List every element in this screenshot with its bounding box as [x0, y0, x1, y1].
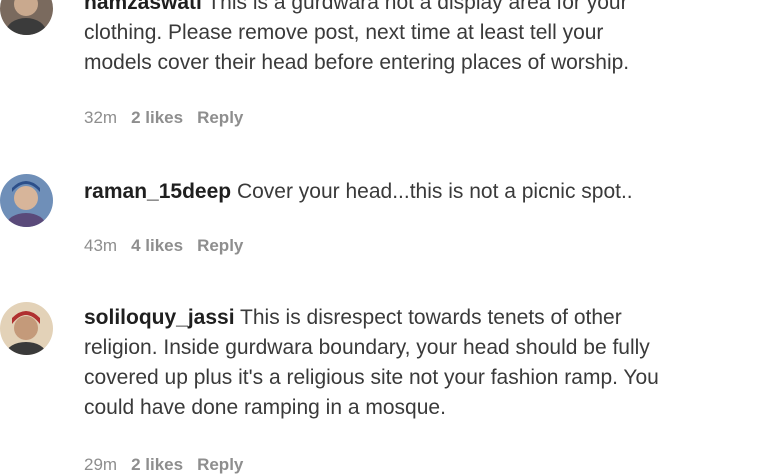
- comment-username[interactable]: raman_15deep: [84, 180, 231, 203]
- avatar[interactable]: [0, 302, 53, 355]
- comment-timestamp: 29m: [84, 455, 118, 474]
- comment-likes[interactable]: 2 likes: [131, 455, 183, 475]
- comment-meta: 29m 2 likes Reply: [84, 455, 243, 475]
- comment-text: soliloquy_jassi This is disrespect towar…: [84, 303, 774, 423]
- comment-body-line: This is disrespect towards tenets of oth…: [240, 306, 622, 329]
- comment-body-line: could have done ramping in a mosque.: [84, 396, 446, 419]
- comment-meta: 43m 4 likes Reply: [84, 236, 243, 256]
- comment-username[interactable]: soliloquy_jassi: [84, 306, 235, 329]
- comment-body-line: models cover their head before entering …: [84, 51, 630, 74]
- reply-button[interactable]: Reply: [197, 108, 243, 128]
- avatar[interactable]: [0, 0, 53, 35]
- comment-text: raman_15deep Cover your head...this is n…: [84, 177, 774, 207]
- comment-text: namzaswati This is a gurdwara not a disp…: [84, 0, 774, 78]
- comment-body-line: This is a gurdwara not a display area fo…: [207, 0, 628, 14]
- comment-body-line: covered up plus it's a religious site no…: [84, 366, 659, 389]
- comment-body-line: Cover your head...this is not a picnic s…: [236, 180, 633, 203]
- avatar[interactable]: [0, 174, 53, 227]
- comment-timestamp: 32m: [84, 108, 118, 127]
- comment-body-line: religion. Inside gurdwara boundary, your…: [84, 336, 650, 359]
- comment-username[interactable]: namzaswati: [84, 0, 202, 14]
- reply-button[interactable]: Reply: [197, 236, 243, 256]
- comment-meta: 32m 2 likes Reply: [84, 108, 243, 128]
- comment-timestamp: 43m: [84, 236, 118, 255]
- reply-button[interactable]: Reply: [197, 455, 243, 475]
- comment-body-line: clothing. Please remove post, next time …: [84, 21, 604, 44]
- comment-likes[interactable]: 4 likes: [131, 236, 183, 256]
- comment-likes[interactable]: 2 likes: [131, 108, 183, 128]
